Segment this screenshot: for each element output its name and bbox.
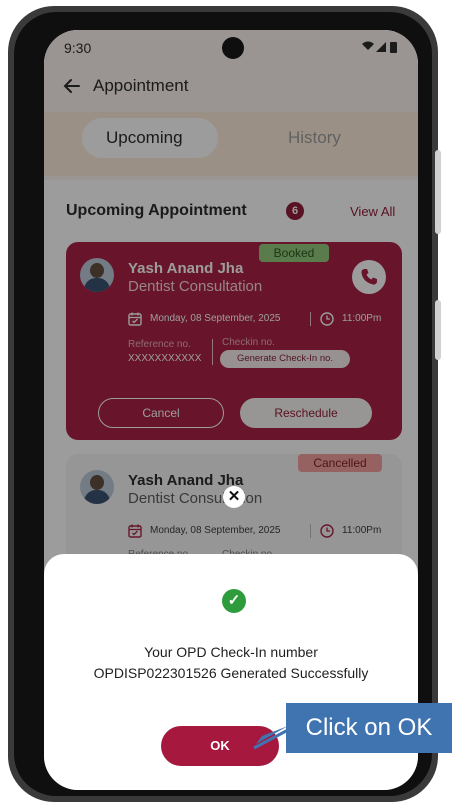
dialog-message-line2: OPDISP022301526 Generated Successfully (93, 665, 369, 681)
dialog-message-line1: Your OPD Check-In number (144, 644, 318, 660)
phone-screen: 9:30 Appointment Upcoming History Upcomi… (44, 30, 418, 790)
callout-pointer-icon (253, 726, 289, 750)
volume-button (435, 150, 441, 234)
power-button (435, 300, 441, 360)
success-dialog: ✓ Your OPD Check-In number OPDISP0223015… (44, 554, 418, 790)
check-circle-icon: ✓ (222, 589, 246, 613)
close-icon[interactable]: ✕ (223, 486, 245, 508)
tutorial-callout: Click on OK (286, 703, 452, 753)
